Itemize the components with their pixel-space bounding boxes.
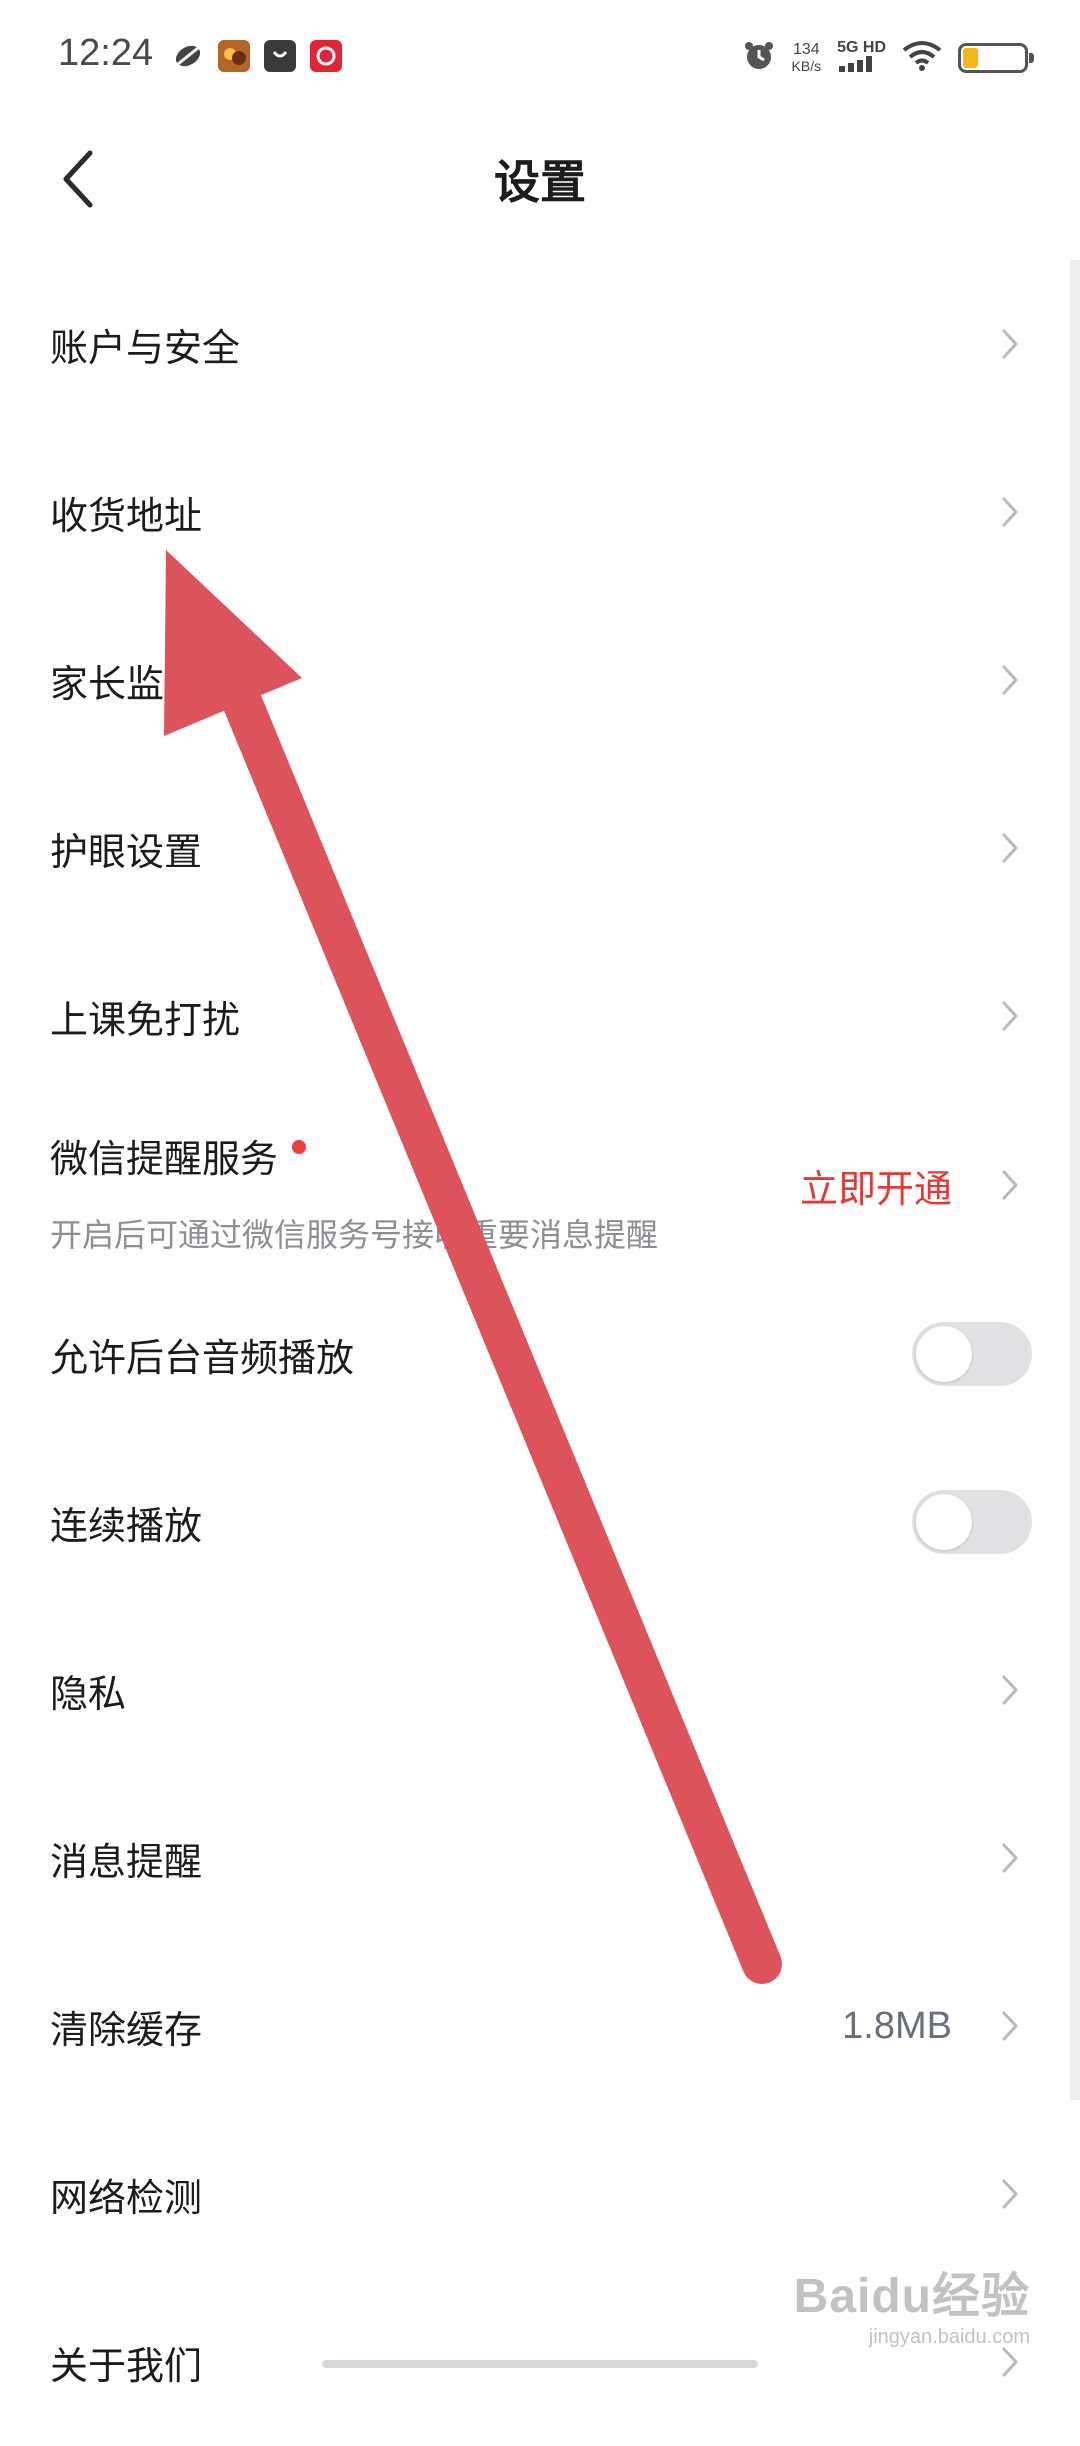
chevron-right-icon (996, 1670, 1024, 1710)
settings-item-label: 清除缓存 (50, 2007, 203, 2052)
watermark: Baidu经验 jingyan.baidu.com (794, 2256, 1030, 2349)
chevron-right-icon (996, 996, 1024, 1036)
status-time: 12:24 (58, 32, 154, 74)
settings-item-label: 家长监 (50, 661, 165, 706)
bag-app-icon (264, 40, 296, 72)
settings-item-label: 隐私 (50, 1671, 127, 1716)
settings-item-label-text: 微信提醒服务 (50, 1137, 279, 1181)
speed-unit: KB/s (791, 58, 822, 74)
signal-icon (837, 56, 877, 76)
game-app-icon (218, 40, 250, 72)
settings-item-privacy[interactable]: 隐私 (0, 1606, 1080, 1774)
page-title: 设置 (494, 155, 586, 209)
settings-item-label: 护眼设置 (50, 829, 203, 874)
leaf-app-icon (172, 40, 204, 72)
chevron-right-icon (996, 492, 1024, 532)
settings-item-class-dnd[interactable]: 上课免打扰 (0, 932, 1080, 1100)
settings-item-background-audio: 允许后台音频播放 (0, 1270, 1080, 1438)
home-indicator[interactable] (322, 2360, 758, 2368)
chevron-right-icon (996, 1838, 1024, 1878)
red-dot-badge (292, 1140, 307, 1154)
alarm-icon (742, 39, 776, 77)
status-bar: 12:24 134 KB/s 5G HD (0, 0, 1080, 116)
settings-item-label: 账户与安全 (50, 325, 241, 370)
settings-item-label: 上课免打扰 (50, 997, 241, 1042)
battery-level (963, 48, 978, 68)
background-audio-toggle[interactable] (912, 1322, 1032, 1386)
chevron-right-icon (996, 1165, 1024, 1205)
speed-value: 134 (792, 41, 820, 58)
toggle-knob (916, 1494, 972, 1550)
settings-item-label: 允许后台音频播放 (50, 1335, 355, 1380)
settings-item-parental-control[interactable]: 家长监 (0, 596, 1080, 764)
settings-item-clear-cache[interactable]: 清除缓存 1.8MB (0, 1942, 1080, 2110)
settings-item-shipping-address[interactable]: 收货地址 (0, 428, 1080, 596)
chevron-right-icon (996, 828, 1024, 868)
chevron-right-icon (996, 660, 1024, 700)
scrollbar[interactable] (1070, 260, 1080, 2100)
network-type: 5G HD (837, 39, 886, 56)
settings-item-network-check[interactable]: 网络检测 (0, 2110, 1080, 2278)
settings-item-notifications[interactable]: 消息提醒 (0, 1774, 1080, 1942)
settings-item-subtitle: 开启后可通过微信服务号接收重要消息提醒 (50, 1216, 659, 1254)
cache-size-value: 1.8MB (842, 2004, 952, 2047)
settings-item-label: 消息提醒 (50, 1839, 203, 1884)
red-app-icon (310, 40, 342, 72)
settings-item-autoplay: 连续播放 (0, 1438, 1080, 1606)
nav-header: 设置 (0, 116, 1080, 266)
settings-item-label: 网络检测 (50, 2175, 203, 2220)
autoplay-toggle[interactable] (912, 1490, 1032, 1554)
settings-item-label: 关于我们 (50, 2343, 203, 2388)
chevron-right-icon (996, 324, 1024, 364)
settings-item-label: 微信提醒服务 (50, 1128, 307, 1183)
wifi-icon (902, 40, 942, 76)
network-speed: 134 KB/s (792, 41, 822, 75)
settings-item-label: 连续播放 (50, 1503, 203, 1548)
battery-icon (958, 43, 1034, 73)
chevron-right-icon (996, 2174, 1024, 2214)
settings-list: 账户与安全 收货地址 家长监 护眼设置 上课免打扰 微信提醒服务 开启后可通过微… (0, 260, 1080, 2446)
settings-item-wechat-reminder[interactable]: 微信提醒服务 开启后可通过微信服务号接收重要消息提醒 立即开通 (0, 1100, 1080, 1270)
watermark-url: jingyan.baidu.com (868, 2326, 1030, 2348)
toggle-knob (916, 1326, 972, 1382)
activate-now-link[interactable]: 立即开通 (800, 1158, 952, 1213)
chevron-right-icon (996, 2006, 1024, 2046)
settings-item-eye-care[interactable]: 护眼设置 (0, 764, 1080, 932)
watermark-logo: Baidu经验 (793, 2270, 1030, 2323)
settings-item-account-security[interactable]: 账户与安全 (0, 260, 1080, 428)
settings-item-label: 收货地址 (50, 493, 203, 538)
